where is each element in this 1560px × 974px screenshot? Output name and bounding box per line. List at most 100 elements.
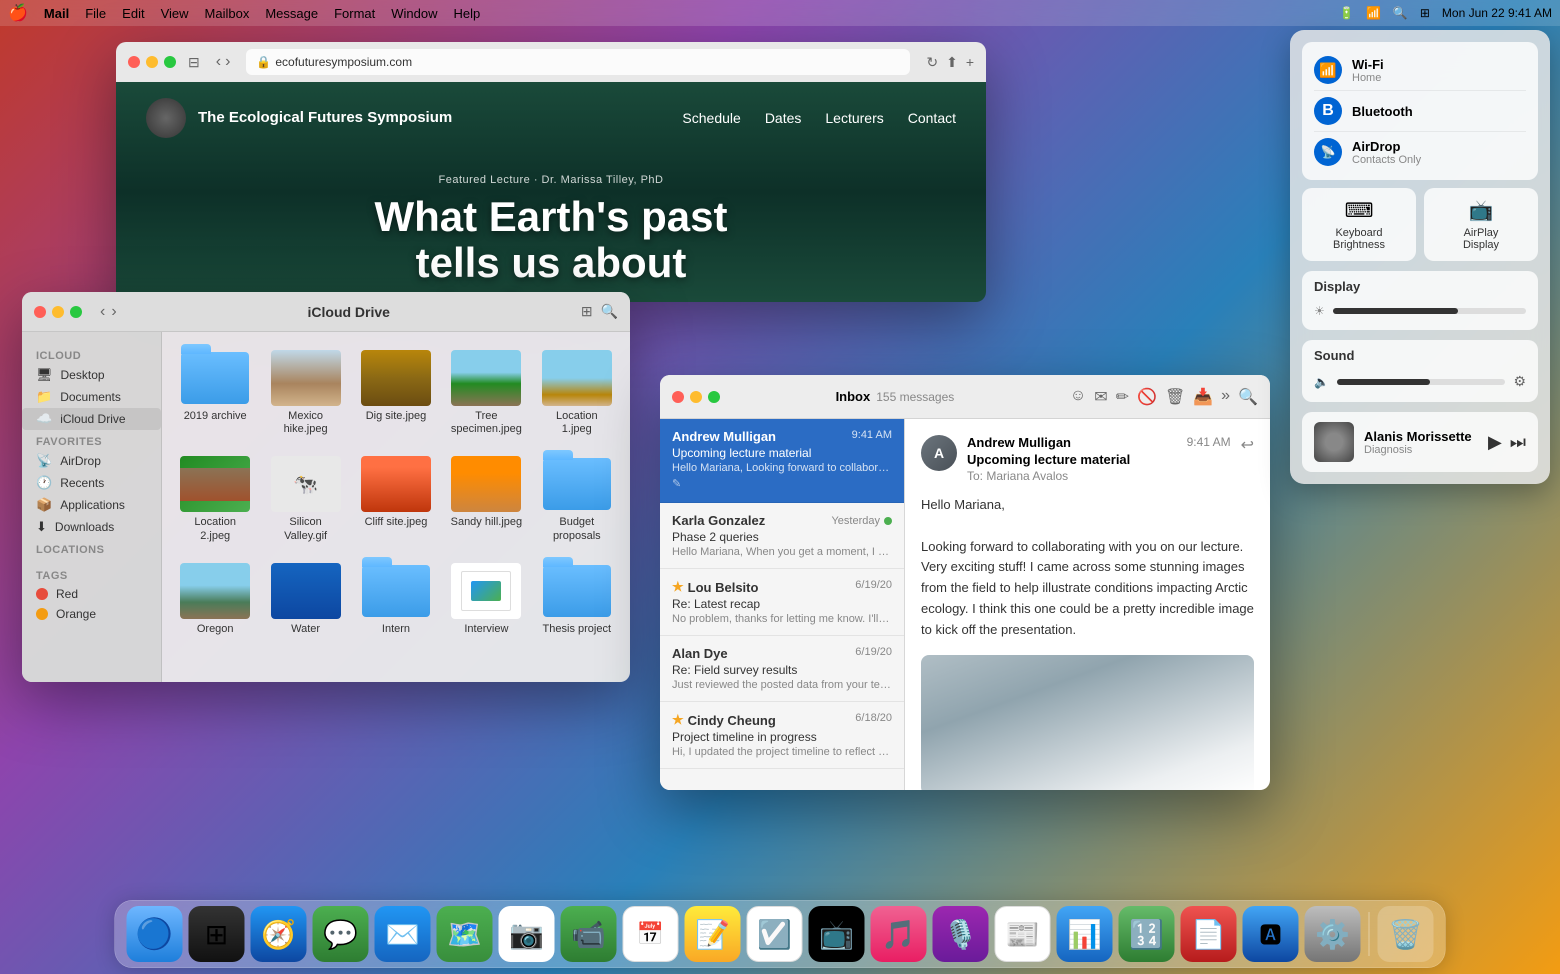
mail-compose-envelope-icon[interactable]: ✉ [1094,387,1107,407]
dock-trash[interactable]: 🗑️ [1378,906,1434,962]
menu-window[interactable]: Window [391,6,437,21]
menu-message[interactable]: Message [265,6,318,21]
sidebar-item-applications[interactable]: 📦 Applications [22,494,161,516]
mail-more-icon[interactable]: » [1221,387,1230,407]
file-item-location1[interactable]: Location 1.jpeg [536,344,618,442]
refresh-icon[interactable]: ↻ [926,54,938,71]
nav-contact[interactable]: Contact [908,110,956,126]
mail-item-karla[interactable]: Karla Gonzalez Yesterday Phase 2 queries… [660,503,904,569]
cc-bluetooth-item[interactable]: B Bluetooth [1314,91,1526,132]
cc-keyboard-brightness-tile[interactable]: ⌨ KeyboardBrightness [1302,188,1416,261]
dock-pages[interactable]: 📄 [1181,906,1237,962]
nav-lecturers[interactable]: Lecturers [825,110,883,126]
back-icon[interactable]: ‹ [216,53,221,71]
nav-dates[interactable]: Dates [765,110,802,126]
sidebar-item-desktop[interactable]: 🖥 Desktop [22,364,161,386]
file-item-tree-specimen[interactable]: Tree specimen.jpeg [445,344,527,442]
mail-minimize-button[interactable] [690,391,702,403]
mail-item-cindy[interactable]: ★ Cindy Cheung 6/18/20 Project timeline … [660,702,904,769]
sound-settings-icon[interactable]: ⚙ [1513,373,1526,390]
dock-numbers[interactable]: 🔢 [1119,906,1175,962]
file-item-intern[interactable]: Intern [355,557,437,642]
share-icon[interactable]: ⬆ [946,54,958,71]
cc-wifi-item[interactable]: 📶 Wi-Fi Home [1314,50,1526,91]
close-button[interactable] [128,56,140,68]
mail-item-lou[interactable]: ★ Lou Belsito 6/19/20 Re: Latest recap N… [660,569,904,636]
control-center-icon[interactable]: ⊞ [1420,6,1430,20]
sidebar-item-documents[interactable]: 📁 Documents [22,386,161,408]
dock-apple-tv[interactable]: 📺 [809,906,865,962]
finder-search-icon[interactable]: 🔍 [601,303,618,320]
sidebar-item-tag-red[interactable]: Red [22,584,161,604]
mail-archive-icon[interactable]: 📥 [1193,387,1213,407]
dock-photos[interactable]: 📷 [499,906,555,962]
dock-mail[interactable]: ✉️ [375,906,431,962]
dock-system-prefs[interactable]: ⚙️ [1305,906,1361,962]
forward-icon[interactable]: › [225,53,230,71]
dock-app-store[interactable]: 🅰 [1243,906,1299,962]
finder-view-options-icon[interactable]: ⊞ [581,303,593,320]
mail-item-alan[interactable]: Alan Dye 6/19/20 Re: Field survey result… [660,636,904,702]
mail-close-button[interactable] [672,391,684,403]
file-item-mexico-hike[interactable]: Mexico hike.jpeg [264,344,346,442]
file-item-location2[interactable]: Location 2.jpeg [174,450,256,548]
dock-maps[interactable]: 🗺️ [437,906,493,962]
mail-emoji-icon[interactable]: ☺ [1070,387,1086,407]
mail-maximize-button[interactable] [708,391,720,403]
sidebar-item-downloads[interactable]: ⬇ Downloads [22,516,161,538]
mail-item-andrew[interactable]: Andrew Mulligan 9:41 AM Upcoming lecture… [660,419,904,503]
add-tab-icon[interactable]: + [966,54,974,71]
apple-logo-icon[interactable]: 🍎 [8,3,28,23]
file-item-cliff-site[interactable]: Cliff site.jpeg [355,450,437,548]
file-item-interview[interactable]: Interview [445,557,527,642]
mail-reply-icon[interactable]: ✏ [1116,387,1129,407]
dock-news[interactable]: 📰 [995,906,1051,962]
dock-messages[interactable]: 💬 [313,906,369,962]
maximize-button[interactable] [164,56,176,68]
finder-minimize-button[interactable] [52,306,64,318]
file-item-silicon-valley[interactable]: 🐄 Silicon Valley.gif [264,450,346,548]
sidebar-item-icloud-drive[interactable]: ☁️ iCloud Drive [22,408,161,430]
dock-finder[interactable]: 🔵 [127,906,183,962]
sidebar-item-tag-orange[interactable]: Orange [22,604,161,624]
finder-maximize-button[interactable] [70,306,82,318]
file-item-2019-archive[interactable]: 2019 archive [174,344,256,442]
cc-airdrop-item[interactable]: 📡 AirDrop Contacts Only [1314,132,1526,172]
dock-notes[interactable]: 📝 [685,906,741,962]
nav-schedule[interactable]: Schedule [682,110,740,126]
dock-calendar[interactable]: 📅 [623,906,679,962]
menu-file[interactable]: File [85,6,106,21]
cc-display-slider[interactable] [1333,308,1526,314]
menu-mailbox[interactable]: Mailbox [205,6,250,21]
mail-delete-icon[interactable]: 🗑 [1165,387,1185,407]
cc-sound-slider[interactable] [1337,379,1505,385]
dock-keynote[interactable]: 📊 [1057,906,1113,962]
menu-view[interactable]: View [161,6,189,21]
dock-music[interactable]: 🎵 [871,906,927,962]
sidebar-toggle-icon[interactable]: ⊟ [188,54,200,71]
sidebar-item-recents[interactable]: 🕐 Recents [22,472,161,494]
mail-search-icon[interactable]: 🔍 [1238,387,1258,407]
finder-back-icon[interactable]: ‹ [100,303,105,321]
sidebar-item-airdrop[interactable]: 📡 AirDrop [22,450,161,472]
search-icon[interactable]: 🔍 [1393,6,1408,20]
file-item-dig-site[interactable]: Dig site.jpeg [355,344,437,442]
menu-help[interactable]: Help [454,6,481,21]
finder-close-button[interactable] [34,306,46,318]
minimize-button[interactable] [146,56,158,68]
dock-safari[interactable]: 🧭 [251,906,307,962]
file-item-sandy-hill[interactable]: Sandy hill.jpeg [445,450,527,548]
skip-forward-icon[interactable]: ⏭ [1510,432,1526,453]
menu-format[interactable]: Format [334,6,375,21]
file-item-thesis-project[interactable]: Thesis project [536,557,618,642]
url-bar[interactable]: 🔒 ecofuturesymposium.com [246,49,910,75]
file-item-oregon[interactable]: Oregon [174,557,256,642]
menu-app-name[interactable]: Mail [44,6,69,21]
cc-airplay-display-tile[interactable]: 📺 AirPlayDisplay [1424,188,1538,261]
file-item-water[interactable]: Water [264,557,346,642]
finder-forward-icon[interactable]: › [111,303,116,321]
dock-facetime[interactable]: 📹 [561,906,617,962]
dock-launchpad[interactable]: ⊞ [189,906,245,962]
dock-podcasts[interactable]: 🎙️ [933,906,989,962]
file-item-budget-proposals[interactable]: Budget proposals [536,450,618,548]
